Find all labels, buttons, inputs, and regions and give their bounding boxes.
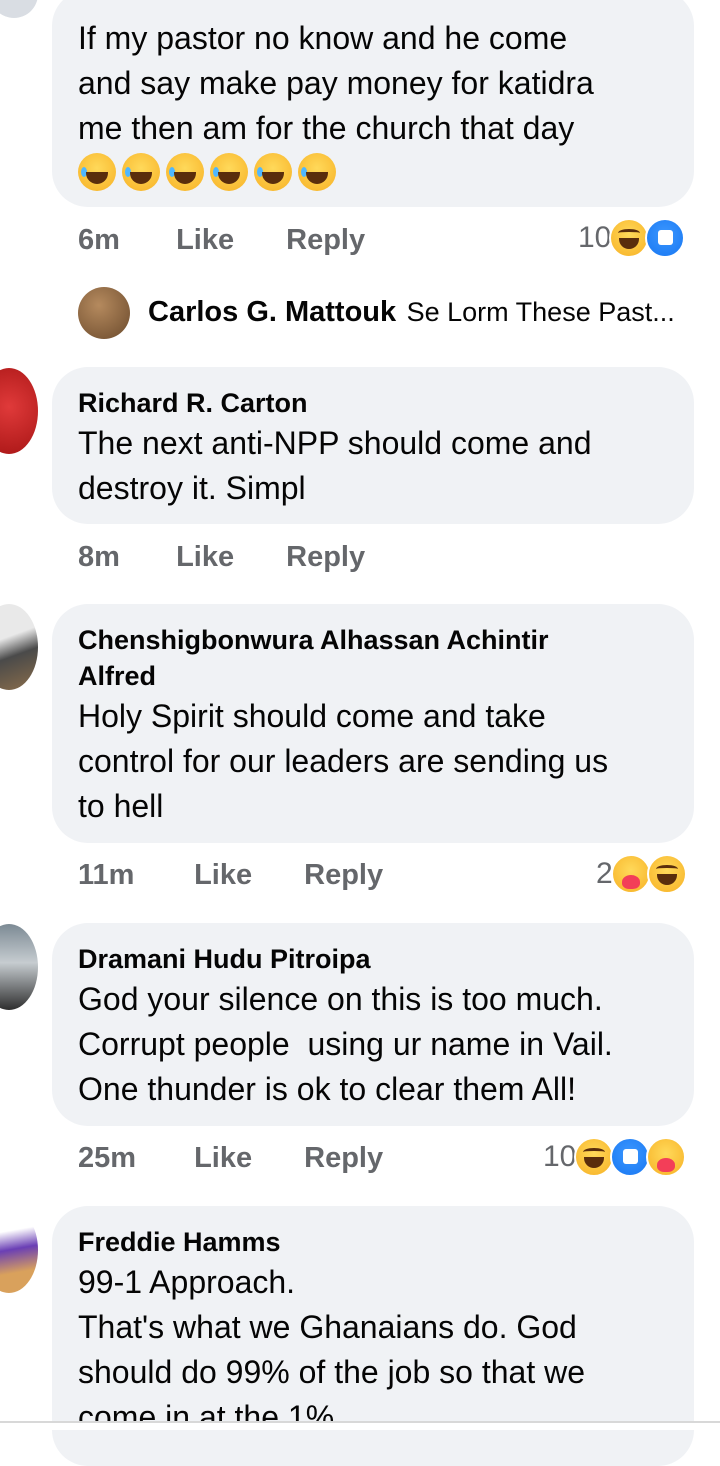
comment-text: The next anti-NPP should come and destro… — [78, 425, 592, 506]
laughing-tears-icon — [254, 153, 292, 191]
comment-text: God your silence on this is too much. Co… — [78, 981, 613, 1107]
laughing-tears-icon — [166, 153, 204, 191]
comment-bubble: Richard R. Carton The next anti-NPP shou… — [52, 367, 694, 524]
care-reaction-icon — [610, 854, 651, 894]
comment-text: Holy Spirit should come and take control… — [78, 698, 609, 824]
reply-button[interactable]: Reply — [286, 224, 365, 257]
timestamp: 8m — [78, 541, 120, 573]
comment-bubble: Chenshigbonwura Alhassan Achintir Alfred… — [52, 604, 694, 843]
like-button[interactable]: Like — [176, 541, 278, 574]
like-reaction-icon — [610, 1137, 651, 1177]
haha-reaction-icon — [574, 1137, 615, 1177]
laughing-tears-icon — [298, 153, 336, 191]
reaction-summary[interactable]: 2 — [596, 854, 687, 894]
comment-bubble: Dramani Hudu Pitroipa God your silence o… — [52, 923, 694, 1126]
avatar[interactable] — [0, 1207, 38, 1293]
laughing-tears-icon — [78, 153, 116, 191]
avatar[interactable] — [78, 287, 130, 339]
avatar[interactable] — [0, 604, 38, 690]
timestamp: 25m — [78, 1142, 137, 1174]
avatar[interactable] — [0, 368, 38, 454]
comment-meta: 11m Like Reply — [78, 859, 383, 892]
comment-meta: 8m Like Reply — [78, 541, 365, 574]
comment-text: 99-1 Approach. That's what we Ghanaians … — [78, 1264, 586, 1435]
reply-preview[interactable]: Carlos G. Mattouk Se Lorm These Past... — [148, 296, 675, 329]
like-button[interactable]: Like — [176, 224, 278, 257]
haha-reaction-icon — [609, 218, 650, 258]
comment-text: If my pastor no know and he come and say… — [78, 20, 594, 146]
laughing-tears-icon — [210, 153, 248, 191]
reply-author: Carlos G. Mattouk — [148, 296, 397, 328]
comment-author[interactable]: Freddie Hamms — [78, 1224, 668, 1260]
timestamp: 11m — [78, 859, 135, 891]
comment-meta: 6m Like Reply — [78, 224, 365, 257]
like-button[interactable]: Like — [194, 1142, 296, 1175]
comment-author[interactable]: Chenshigbonwura Alhassan Achintir Alfred — [78, 622, 668, 694]
reply-button[interactable]: Reply — [304, 1142, 383, 1175]
reaction-summary[interactable]: 10 — [578, 218, 686, 258]
comment-author[interactable]: Dramani Hudu Pitroipa — [78, 941, 668, 977]
comment-author[interactable]: Richard R. Carton — [78, 385, 668, 421]
reply-button[interactable]: Reply — [304, 859, 383, 892]
timestamp: 6m — [78, 224, 120, 256]
bottom-mask — [0, 1423, 720, 1430]
laughing-tears-icon — [122, 153, 160, 191]
like-reaction-icon — [645, 218, 686, 258]
avatar[interactable] — [0, 0, 38, 18]
comment-meta: 25m Like Reply — [78, 1142, 383, 1175]
reply-snippet: Se Lorm These Past... — [406, 297, 675, 327]
reaction-count: 10 — [543, 1140, 577, 1173]
reply-button[interactable]: Reply — [286, 541, 365, 574]
reaction-count: 10 — [578, 221, 612, 254]
care-reaction-icon — [646, 1137, 687, 1177]
haha-reaction-icon — [646, 854, 687, 894]
avatar[interactable] — [0, 924, 38, 1010]
comment-bubble: If my pastor no know and he come and say… — [52, 0, 694, 207]
like-button[interactable]: Like — [194, 859, 296, 892]
reaction-summary[interactable]: 10 — [543, 1137, 687, 1177]
laugh-emoji-row — [78, 153, 668, 191]
